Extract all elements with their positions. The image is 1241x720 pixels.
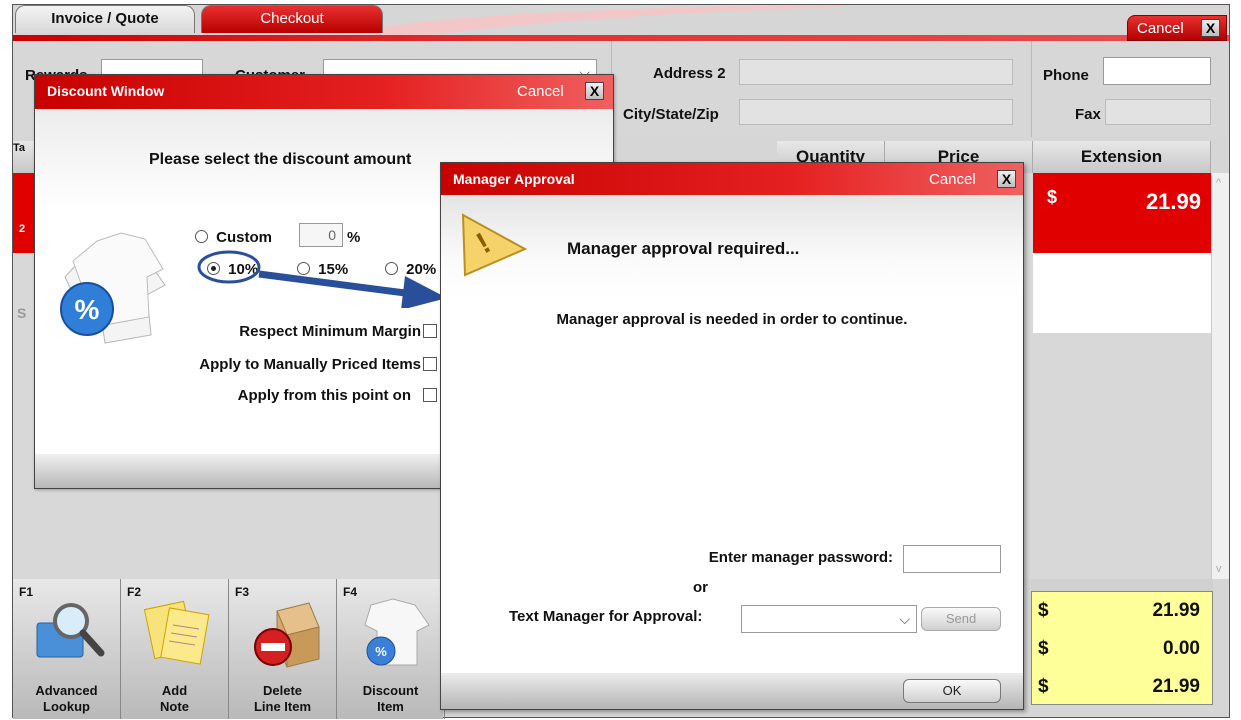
f2-key-label: F2 (127, 585, 142, 599)
selected-row-extension[interactable]: $ 21.99 (1033, 173, 1211, 253)
fax-field[interactable] (1105, 99, 1211, 125)
custom-radio[interactable] (195, 230, 208, 243)
apply-from-point-checkbox[interactable] (423, 388, 437, 402)
f3-label-line2: Line Item (253, 699, 312, 714)
totals-spacer (1031, 579, 1213, 591)
f3-label-line1: Delete (262, 683, 303, 698)
manager-password-input[interactable] (903, 545, 1001, 573)
f4-discount-item-button[interactable]: F4 % Discount Item (337, 579, 445, 719)
address2-label: Address 2 (653, 65, 726, 82)
discount-window-title: Discount Window (47, 83, 165, 99)
f2-label-line2: Note (160, 699, 189, 714)
or-label: or (693, 579, 708, 596)
window-close-icon[interactable]: X (1201, 19, 1220, 37)
city-state-zip-field[interactable] (739, 99, 1013, 125)
taxable-header-text: Ta (13, 142, 26, 154)
apply-manually-priced-checkbox[interactable] (423, 357, 437, 371)
manager-approval-title: Manager Approval (453, 171, 575, 187)
row-extension-value: 21.99 (1145, 189, 1201, 214)
discount-shirt-icon: % (364, 598, 430, 666)
delete-box-icon (254, 602, 320, 668)
row-fragment: S (17, 305, 27, 321)
percent-shirt-icon: % (60, 232, 166, 344)
apply-manually-priced-label: Apply to Manually Priced Items (199, 356, 421, 373)
grand-total-amount: 21.99 (1152, 676, 1200, 697)
magnifier-icon (36, 603, 105, 658)
tax-amount: 0.00 (1163, 638, 1200, 659)
header-divider-2 (1031, 41, 1032, 137)
phone-label: Phone (1043, 67, 1089, 84)
manager-close-icon[interactable]: X (997, 170, 1016, 188)
text-manager-dropdown[interactable]: ⌵ (741, 605, 917, 633)
extension-column-header: Extension (1033, 141, 1211, 173)
selected-row-left[interactable]: 2 (13, 173, 35, 253)
f4-label-line1: Discount (362, 683, 419, 698)
grid-scrollbar[interactable]: ^ v (1211, 173, 1229, 579)
window-cancel-label: Cancel (1137, 20, 1184, 37)
notes-icon (143, 600, 210, 665)
manager-password-label: Enter manager password: (708, 549, 893, 566)
warning-icon: ! (461, 213, 528, 277)
tab-decoration-swoosh (383, 5, 843, 37)
address2-field[interactable] (739, 59, 1013, 85)
f2-label-line1: Add (161, 683, 188, 698)
text-manager-label: Text Manager for Approval: (509, 608, 703, 625)
custom-label: Custom (216, 229, 273, 246)
total-row-grand: $ 21.99 (1032, 668, 1212, 706)
annotation-arrow (197, 250, 447, 308)
svg-text:%: % (375, 644, 387, 659)
respect-min-margin-label: Respect Minimum Margin (239, 323, 421, 340)
manager-cancel-button[interactable]: Cancel (929, 171, 976, 188)
total-row-tax: $ 0.00 (1032, 630, 1212, 668)
fax-label: Fax (1075, 106, 1101, 123)
custom-option[interactable]: Custom (195, 229, 272, 246)
manager-approval-titlebar: Manager Approval Cancel X (441, 163, 1023, 195)
grand-total-currency: $ (1038, 676, 1049, 697)
manager-approval-heading: Manager approval required... (567, 239, 800, 258)
manager-approval-dialog: Manager Approval Cancel X ! Manager appr… (440, 162, 1024, 710)
discount-window-titlebar: Discount Window Cancel X (35, 75, 613, 109)
manager-approval-message: Manager approval is needed in order to c… (556, 311, 908, 328)
f1-label-line1: Advanced (35, 683, 98, 698)
total-row-subtotal: $ 21.99 (1032, 592, 1212, 630)
discount-close-icon[interactable]: X (585, 82, 604, 100)
window-cancel-button[interactable]: Cancel X (1127, 15, 1227, 41)
f1-advanced-lookup-button[interactable]: F1 Advanced Lookup (13, 579, 121, 719)
chevron-down-icon: ⌵ (899, 611, 910, 627)
f1-key-label: F1 (19, 585, 34, 599)
phone-input[interactable] (1103, 57, 1211, 85)
send-button[interactable]: Send (921, 607, 1001, 631)
discount-prompt: Please select the discount amount (149, 151, 412, 168)
custom-percent-sign: % (347, 229, 361, 246)
svg-text:%: % (75, 294, 100, 325)
subtotal-amount: 21.99 (1152, 600, 1200, 621)
taxable-column-header: Ta (13, 141, 35, 173)
respect-min-margin-checkbox[interactable] (423, 324, 437, 338)
totals-panel: $ 21.99 $ 0.00 $ 21.99 (1031, 591, 1213, 705)
apply-from-point-label: Apply from this point on (237, 387, 411, 404)
tab-checkout[interactable]: Checkout (201, 5, 383, 33)
function-key-bar: F1 Advanced Lookup F2 Add Note F3 Delete… (13, 579, 445, 719)
f3-delete-line-item-button[interactable]: F3 Delete Line Item (229, 579, 337, 719)
ok-button[interactable]: OK (903, 679, 1001, 703)
subtotal-currency: $ (1038, 600, 1049, 621)
row-index: 2 (19, 223, 26, 235)
f1-label-line2: Lookup (43, 699, 90, 714)
manager-heading-band: ! Manager approval required... (441, 195, 1023, 299)
f4-label-line2: Item (377, 699, 404, 714)
city-state-zip-label: City/State/Zip (623, 106, 719, 123)
custom-percent-input[interactable]: 0 (299, 223, 343, 247)
tab-invoice-quote[interactable]: Invoice / Quote (15, 5, 195, 33)
row-currency: $ (1047, 187, 1058, 207)
discount-cancel-button[interactable]: Cancel (517, 83, 564, 100)
scroll-up-icon[interactable]: ^ (1216, 177, 1221, 189)
tax-currency: $ (1038, 638, 1049, 659)
scroll-down-icon[interactable]: v (1216, 563, 1222, 575)
f2-add-note-button[interactable]: F2 Add Note (121, 579, 229, 719)
